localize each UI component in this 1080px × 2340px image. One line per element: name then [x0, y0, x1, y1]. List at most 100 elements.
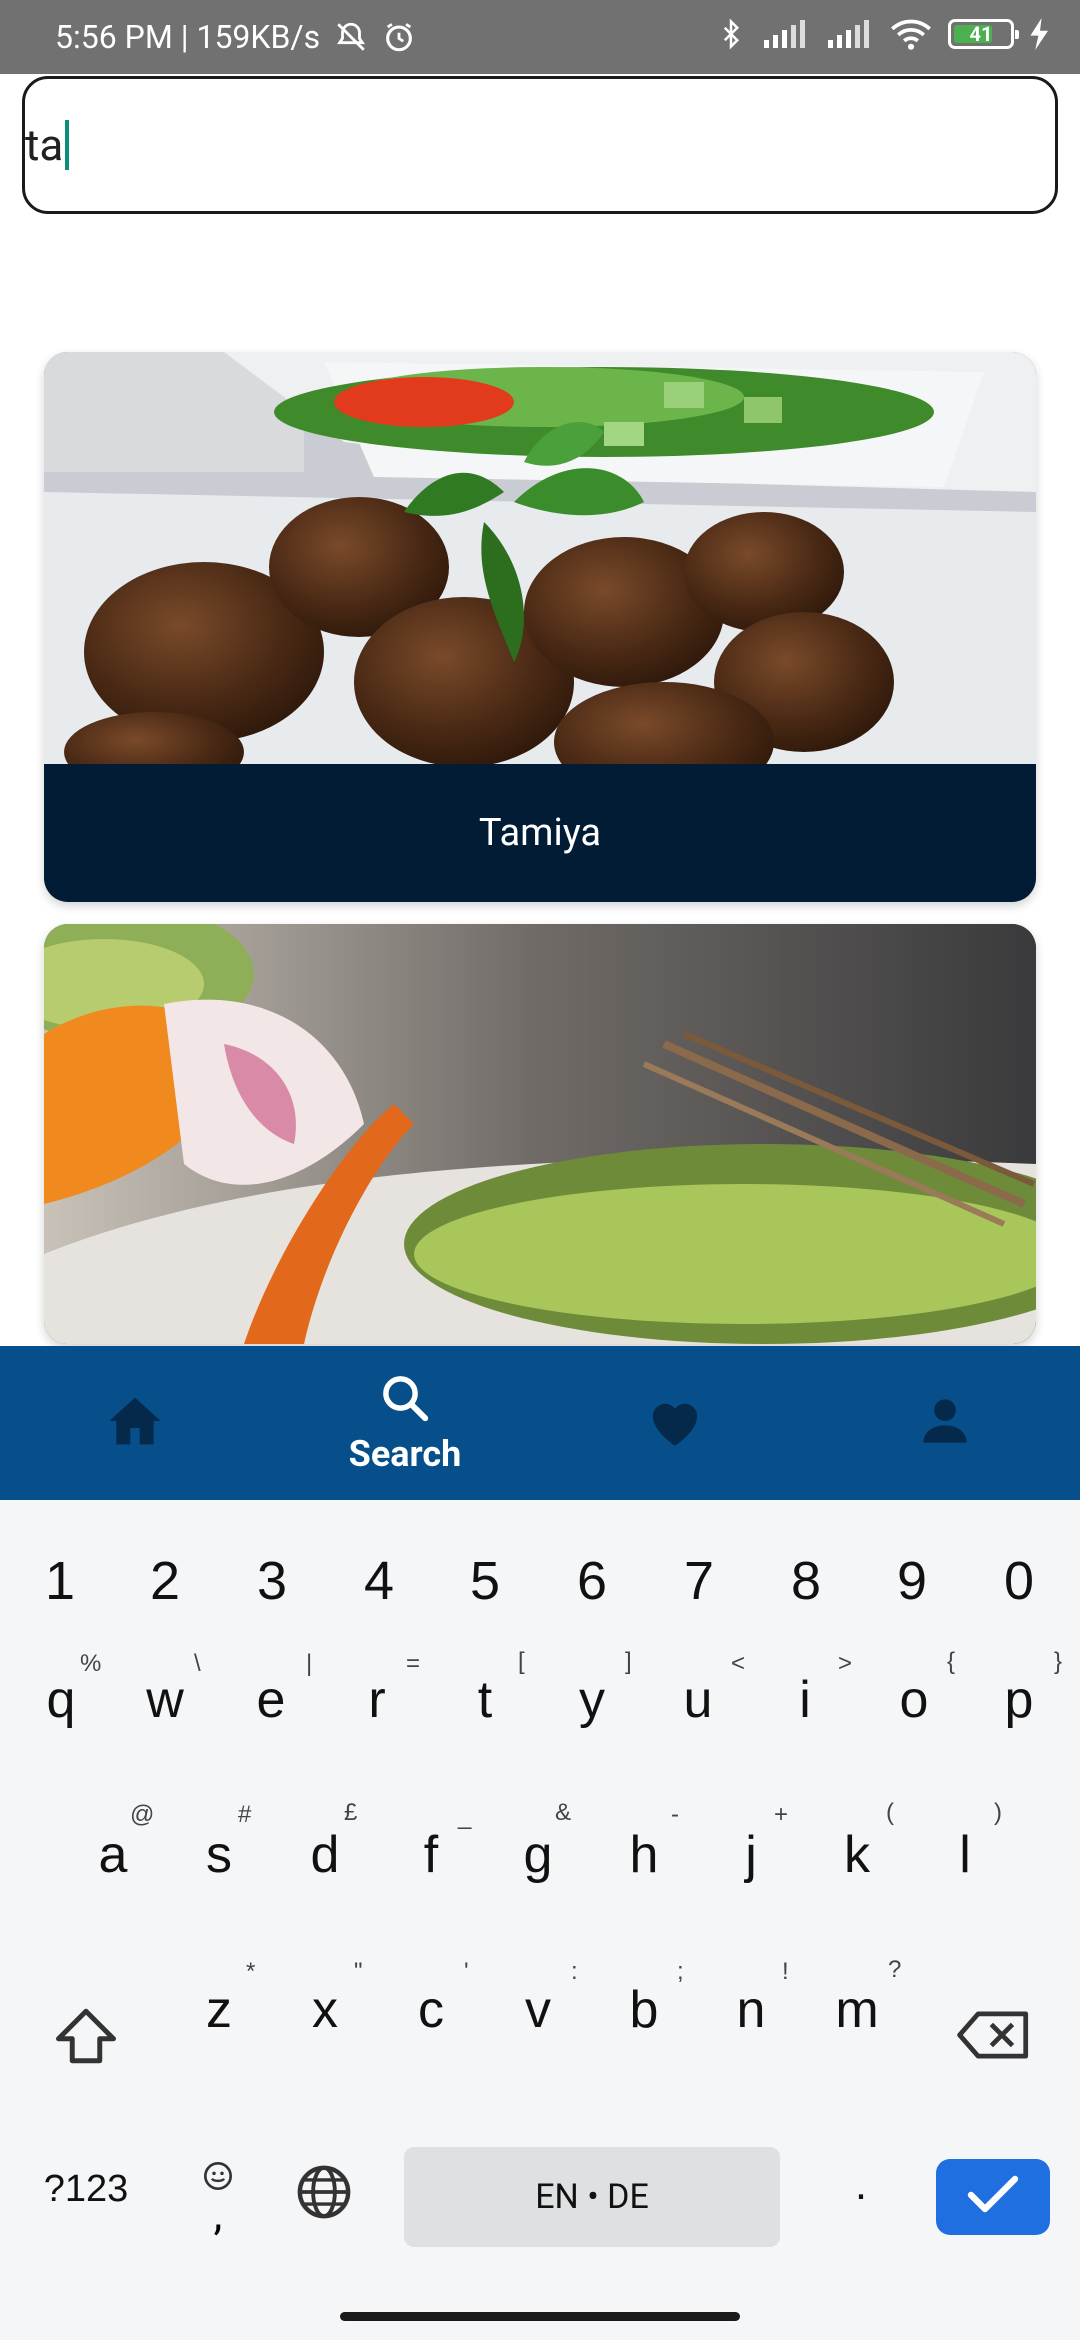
- key-7[interactable]: 7: [679, 1550, 719, 1612]
- status-bar: 5:56 PM | 159KB/s 41: [0, 0, 1080, 74]
- key-m-label: m: [835, 1981, 879, 2039]
- enter-key[interactable]: [936, 2159, 1050, 2235]
- key-y[interactable]: ] y: [567, 1648, 632, 1730]
- key-t-label: t: [477, 1671, 493, 1729]
- key-j[interactable]: + j: [726, 1801, 788, 1885]
- key-u[interactable]: < u: [673, 1650, 745, 1730]
- key-3[interactable]: 3: [252, 1550, 292, 1612]
- key-c-label: c: [418, 1981, 444, 2039]
- language-key[interactable]: [292, 2162, 356, 2226]
- search-icon: [378, 1371, 432, 1429]
- key-w-label: w: [146, 1671, 184, 1729]
- key-q[interactable]: % q: [36, 1650, 102, 1730]
- charging-icon: [1030, 18, 1050, 50]
- key-z-label: z: [206, 1981, 232, 2039]
- key-y-alt: ]: [625, 1648, 632, 1675]
- key-c[interactable]: ' c: [406, 1958, 469, 2040]
- key-i-label: i: [799, 1671, 811, 1729]
- search-input[interactable]: ta: [22, 76, 1058, 214]
- shift-icon: [53, 2005, 119, 2071]
- key-5[interactable]: 5: [465, 1550, 505, 1612]
- signal-icon: [762, 18, 810, 50]
- key-k-alt: (: [886, 1799, 894, 1826]
- bluetooth-icon: [716, 16, 746, 52]
- home-indicator[interactable]: [340, 2312, 740, 2321]
- key-z[interactable]: * z: [194, 1958, 255, 2040]
- period-key[interactable]: .: [846, 2160, 876, 2210]
- key-u-label: u: [683, 1671, 713, 1729]
- key-w[interactable]: \ w: [140, 1650, 200, 1730]
- search-input-value[interactable]: ta: [25, 123, 63, 167]
- backspace-key[interactable]: [954, 2004, 1034, 2070]
- key-m[interactable]: ? m: [832, 1956, 901, 2040]
- key-1[interactable]: 1: [40, 1550, 80, 1612]
- emoji-comma-key[interactable]: ,: [196, 2146, 240, 2246]
- nav-profile[interactable]: [810, 1346, 1080, 1500]
- recipe-title: Tamiya: [478, 811, 602, 855]
- battery-icon: 41: [948, 19, 1019, 49]
- key-n[interactable]: ! n: [726, 1958, 789, 2040]
- checkmark-icon: [967, 2175, 1019, 2219]
- mute-icon: [334, 20, 368, 54]
- key-i-alt: >: [838, 1650, 853, 1677]
- key-d-alt: £: [344, 1799, 358, 1826]
- result-card[interactable]: [44, 924, 1036, 1344]
- key-a-label: a: [98, 1826, 128, 1884]
- key-o[interactable]: {o: [889, 1648, 955, 1730]
- nav-search[interactable]: Search: [270, 1346, 540, 1500]
- key-a[interactable]: @ a: [88, 1801, 155, 1885]
- key-o-alt: {: [947, 1648, 956, 1675]
- key-v-label: v: [525, 1981, 551, 2039]
- key-i[interactable]: > i: [780, 1650, 852, 1730]
- key-l[interactable]: ) l: [940, 1799, 1002, 1885]
- key-h[interactable]: -h: [619, 1801, 679, 1885]
- key-f[interactable]: _ f: [406, 1803, 472, 1885]
- key-s-label: s: [206, 1826, 232, 1884]
- key-q-label: q: [46, 1671, 76, 1729]
- key-s[interactable]: # s: [194, 1801, 251, 1885]
- nav-favorites[interactable]: [540, 1346, 810, 1500]
- key-c-alt: ': [464, 1958, 469, 1985]
- key-e[interactable]: | e: [246, 1650, 313, 1730]
- key-e-label: e: [256, 1671, 286, 1729]
- key-8[interactable]: 8: [786, 1550, 826, 1612]
- key-n-alt: !: [782, 1958, 789, 1985]
- key-2[interactable]: 2: [145, 1550, 185, 1612]
- key-f-label: f: [423, 1826, 439, 1884]
- globe-icon: [295, 2163, 353, 2225]
- key-g-alt: &: [555, 1799, 572, 1826]
- key-g-label: g: [523, 1826, 553, 1884]
- key-e-alt: |: [306, 1650, 313, 1677]
- heart-icon: [645, 1394, 705, 1452]
- key-9[interactable]: 9: [892, 1550, 932, 1612]
- bottom-navigation: Search: [0, 1346, 1080, 1500]
- key-k[interactable]: (k: [832, 1799, 894, 1885]
- result-card[interactable]: Tamiya: [44, 352, 1036, 902]
- key-g[interactable]: & g: [513, 1799, 571, 1885]
- key-b[interactable]: ; b: [619, 1958, 684, 2040]
- key-d[interactable]: £ d: [300, 1799, 358, 1885]
- key-6[interactable]: 6: [572, 1550, 612, 1612]
- person-icon: [919, 1395, 971, 1451]
- key-v[interactable]: :v: [513, 1958, 578, 2040]
- key-0[interactable]: 0: [999, 1550, 1039, 1612]
- key-4[interactable]: 4: [359, 1550, 399, 1612]
- key-z-alt: *: [246, 1958, 256, 1985]
- symbols-key[interactable]: ?123: [36, 2168, 136, 2211]
- key-t-alt: [: [518, 1648, 525, 1675]
- key-b-label: b: [629, 1981, 659, 2039]
- alarm-icon: [382, 20, 416, 54]
- key-r[interactable]: = r: [352, 1650, 420, 1730]
- key-u-alt: <: [731, 1650, 746, 1677]
- shift-key[interactable]: [50, 2002, 122, 2074]
- nav-search-label: Search: [348, 1433, 462, 1475]
- key-t[interactable]: [t: [460, 1648, 525, 1730]
- key-y-label: y: [579, 1671, 605, 1729]
- nav-home[interactable]: [0, 1346, 270, 1500]
- wifi-icon: [890, 17, 932, 51]
- key-x[interactable]: " x: [300, 1958, 363, 2040]
- status-right: 41: [716, 16, 1050, 52]
- space-key[interactable]: EN • DE: [404, 2147, 780, 2247]
- key-p[interactable]: } p: [994, 1648, 1062, 1730]
- battery-level: 41: [969, 22, 993, 46]
